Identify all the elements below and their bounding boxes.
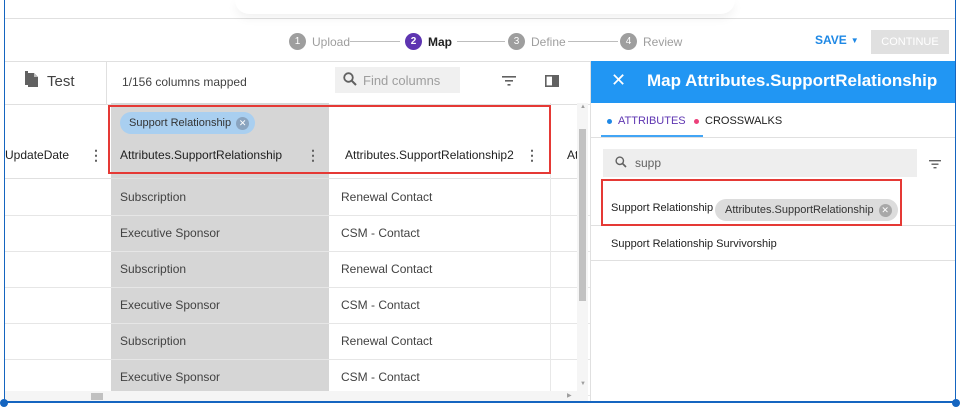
top-bar [5, 0, 955, 19]
panel-header: ✕ Map Attributes.SupportRelationship [591, 61, 955, 103]
highlight-box [108, 105, 551, 174]
table-row[interactable]: Subscription Renewal Contact [5, 251, 590, 288]
top-bar-shadow [235, 0, 735, 14]
table-row[interactable]: Executive Sponsor CSM - Contact [5, 287, 590, 324]
attribute-search-input[interactable]: supp [603, 149, 917, 177]
mapped-status: 1/156 columns mapped [122, 75, 247, 89]
continue-button[interactable]: CONTINUE [871, 30, 949, 54]
list-item[interactable]: Support Relationship Survivorship [591, 226, 955, 261]
table-cell: Executive Sponsor [120, 370, 221, 384]
tab-crosswalks[interactable]: CROSSWALKS [694, 115, 782, 127]
close-icon[interactable]: ✕ [611, 70, 626, 91]
step-upload[interactable]: 1 Upload [289, 33, 350, 50]
step-number: 4 [620, 33, 637, 50]
save-label: SAVE [815, 33, 847, 47]
table-cell: Renewal Contact [341, 262, 433, 276]
tab-label: CROSSWALKS [705, 115, 783, 127]
scroll-down-icon[interactable]: ▼ [580, 381, 586, 387]
filter-icon[interactable] [502, 74, 516, 92]
table-cell: Executive Sponsor [120, 298, 221, 312]
mapping-panel: ✕ Map Attributes.SupportRelationship ATT… [590, 61, 955, 401]
table-cell: Subscription [120, 334, 187, 348]
find-columns-input[interactable]: Find columns [335, 67, 460, 93]
filter-icon[interactable] [929, 156, 941, 174]
table-cell: Subscription [120, 262, 187, 276]
caret-down-icon: ▼ [850, 35, 859, 45]
step-connector [350, 41, 400, 42]
step-number: 1 [289, 33, 306, 50]
table-cell: Subscription [120, 190, 187, 204]
scrollbar-thumb[interactable] [579, 129, 586, 301]
tab-label: ATTRIBUTES [618, 115, 686, 127]
column-header-label: UpdateDate [5, 148, 70, 162]
table-cell: CSM - Contact [341, 370, 420, 384]
save-button[interactable]: SAVE ▼ [815, 33, 859, 47]
grid-toolbar: Test 1/156 columns mapped Find columns [5, 61, 590, 105]
table-cell: CSM - Contact [341, 226, 420, 240]
scrollbar-thumb[interactable] [91, 393, 103, 400]
step-number: 2 [405, 33, 422, 50]
step-review[interactable]: 4 Review [620, 33, 682, 50]
file-icon [25, 71, 39, 91]
vertical-scrollbar[interactable]: ▲ ▼ [577, 103, 588, 401]
horizontal-scrollbar[interactable]: ▶ [5, 391, 577, 401]
step-label: Review [643, 34, 683, 49]
table-cell: Renewal Contact [341, 334, 433, 348]
table-row[interactable]: Executive Sponsor CSM - Contact [5, 215, 590, 252]
step-connector [457, 41, 505, 42]
stepper: 1 Upload 2 Map 3 Define 4 Review SAVE ▼ … [5, 20, 955, 62]
search-placeholder: Find columns [363, 72, 441, 88]
scroll-up-icon[interactable]: ▲ [580, 104, 586, 110]
divider [106, 62, 107, 104]
table-cell: Renewal Contact [341, 190, 433, 204]
search-icon [615, 155, 627, 171]
table-cell: CSM - Contact [341, 298, 420, 312]
step-map[interactable]: 2 Map [405, 33, 452, 50]
panel-title: Map Attributes.SupportRelationship [647, 71, 938, 90]
table-row[interactable]: Subscription Renewal Contact [5, 179, 590, 216]
tab-attributes[interactable]: ATTRIBUTES [607, 115, 686, 127]
search-value: supp [635, 156, 662, 170]
dataset-title[interactable]: Test [25, 71, 75, 91]
column-header-next[interactable]: At [550, 103, 578, 179]
active-tab-indicator [601, 135, 703, 137]
search-icon [343, 71, 357, 89]
column-header-updatedate[interactable]: UpdateDate ⋮ [5, 103, 111, 179]
more-vert-icon[interactable]: ⋮ [89, 147, 103, 164]
step-label: Map [428, 34, 452, 49]
dataset-name: Test [47, 72, 75, 90]
step-label: Upload [312, 34, 351, 49]
table-cell: Executive Sponsor [120, 226, 221, 240]
tab-dot [607, 118, 612, 124]
step-number: 3 [508, 33, 525, 50]
step-label: Define [531, 34, 566, 49]
table-row[interactable]: Subscription Renewal Contact [5, 323, 590, 360]
app-frame: 1 Upload 2 Map 3 Define 4 Review SAVE ▼ … [4, 0, 956, 403]
step-connector [568, 41, 618, 42]
result-label: Support Relationship Survivorship [611, 238, 777, 250]
panel-tabs: ATTRIBUTES CROSSWALKS [591, 103, 955, 138]
panel-toggle-icon[interactable] [545, 74, 559, 92]
step-define[interactable]: 3 Define [508, 33, 566, 50]
highlight-box [601, 179, 902, 226]
scroll-right-icon[interactable]: ▶ [567, 392, 572, 399]
tab-dot [694, 118, 699, 124]
